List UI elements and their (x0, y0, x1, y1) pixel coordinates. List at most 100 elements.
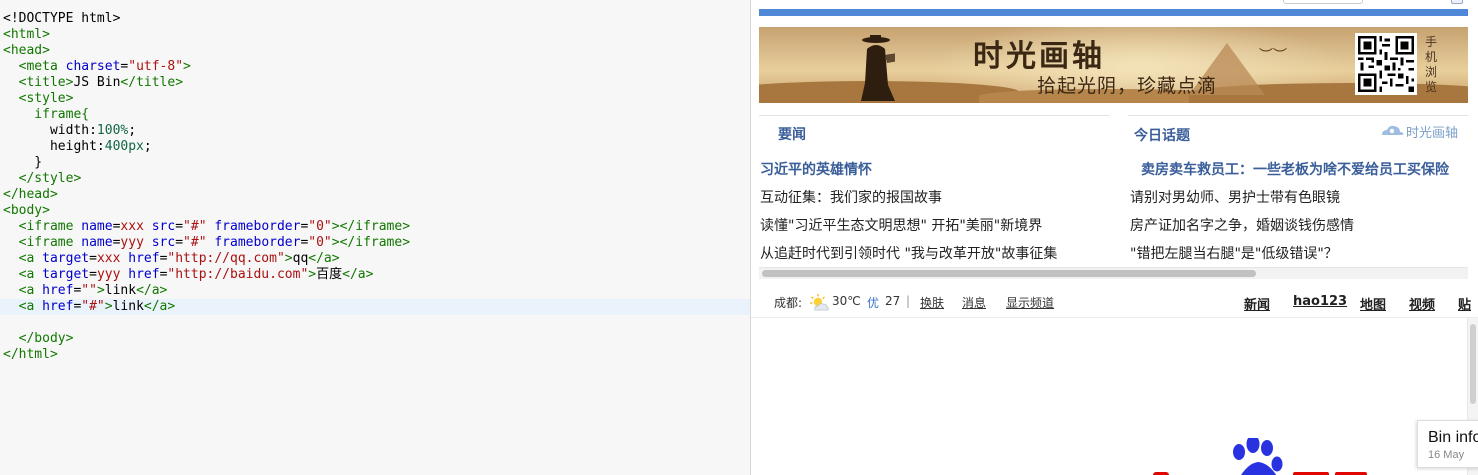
code-token: <iframe (18, 235, 82, 250)
code-line[interactable]: <a target=xxx href="http://qq.com">qq</a… (3, 251, 340, 267)
code-line[interactable]: <body> (3, 203, 50, 219)
code-line[interactable]: <meta charset="utf-8"> (3, 59, 191, 75)
code-token: <a (18, 299, 43, 314)
code-line[interactable]: <!DOCTYPE html> (3, 11, 120, 27)
bin-info-panel[interactable]: Bin info 16 May (1417, 420, 1478, 468)
topic-link[interactable]: "错把左腿当右腿"是"低级错误"？ (1130, 243, 1338, 263)
sitting-figure-illustration (861, 35, 895, 101)
bin-info-date: 16 May (1428, 449, 1465, 461)
code-token: name (81, 235, 113, 250)
nav-tieba-link[interactable]: 贴 (1458, 294, 1471, 313)
baidu-top-bar: 成都: 30℃ 优 27 | 换肤 消息 显示频道 新闻 hao123 地图 视… (751, 280, 1478, 318)
horizontal-scrollbar[interactable] (759, 267, 1468, 279)
code-token: yyy (96, 267, 129, 282)
time-scroll-banner[interactable]: 时光画轴 拾起光阴，珍藏点滴 ︶︶ 手机浏览 (759, 27, 1468, 103)
qq-search-box-edge[interactable] (1283, 0, 1363, 4)
brand-cloud-icon (1382, 125, 1404, 135)
topics-section-title[interactable]: 今日话题 (1134, 125, 1190, 145)
code-token: href (128, 251, 160, 266)
mobile-browse-label: 手机浏览 (1425, 35, 1438, 94)
news-section-header (759, 115, 1110, 149)
code-token: <a (18, 267, 43, 282)
code-line[interactable]: </head> (3, 187, 58, 203)
code-token: </body> (18, 331, 74, 346)
code-token: ; (143, 139, 152, 154)
code-token: xxx (96, 251, 129, 266)
code-token: src (151, 219, 176, 234)
code-token: ></iframe> (331, 219, 411, 234)
code-token: <head> (3, 43, 50, 58)
code-line[interactable]: <style> (3, 91, 74, 107)
news-link[interactable]: 互动征集：我们家的报国故事 (760, 187, 942, 207)
code-line[interactable]: <title>JS Bin</title> (3, 75, 183, 91)
qq-nav-bar (759, 9, 1468, 16)
code-line[interactable]: <a target=yyy href="http://baidu.com">百度… (3, 267, 374, 283)
scrollbar-thumb[interactable] (762, 270, 1256, 277)
qq-corner-button-edge[interactable] (1451, 0, 1463, 4)
code-token: frameborder (214, 219, 301, 234)
iframe-yyy-baidu: 成都: 30℃ 优 27 | 换肤 消息 显示频道 新闻 hao123 地图 视… (751, 280, 1478, 475)
output-preview-pane: 时光画轴 拾起光阴，珍藏点滴 ︶︶ 手机浏览 要闻 今日话题 时光画轴 习近平的… (751, 0, 1478, 475)
news-link[interactable]: 习近平的英雄情怀 (760, 159, 872, 179)
code-line[interactable]: <head> (3, 43, 50, 59)
news-section-title[interactable]: 要闻 (778, 124, 806, 144)
news-link[interactable]: 从追赶时代到引领时代 "我与改革开放"故事征集 (760, 243, 1057, 263)
code-line[interactable]: iframe{ (3, 107, 89, 123)
code-token: "#" (183, 219, 215, 234)
banner-subtitle: 拾起光阴，珍藏点滴 (1037, 75, 1218, 97)
code-token: 百度 (316, 267, 343, 282)
html-code-editor[interactable]: <!DOCTYPE html> <html> <head> <meta charse… (0, 0, 750, 475)
code-line[interactable]: width:100%; (3, 123, 136, 139)
code-line[interactable]: <iframe name=yyy src="#" frameborder="0"… (3, 235, 410, 251)
baidu-paw-icon[interactable]: du (1153, 438, 1367, 475)
code-line[interactable]: } (3, 155, 42, 171)
code-token: link (112, 299, 144, 314)
weather-partly-sunny-icon (810, 294, 829, 311)
code-token: "http://baidu.com" (167, 267, 309, 282)
code-line[interactable]: </body> (3, 331, 74, 347)
code-token: "http://qq.com" (167, 251, 285, 266)
code-token: </a> (136, 283, 168, 298)
code-line[interactable]: <iframe name=xxx src="#" frameborder="0"… (3, 219, 410, 235)
code-token: <a (18, 251, 43, 266)
nav-news-link[interactable]: 新闻 (1244, 294, 1270, 313)
show-channels-link[interactable]: 显示频道 (1006, 294, 1054, 311)
code-line[interactable]: <a href="">link</a> (3, 283, 168, 299)
code-token: ></iframe> (331, 235, 411, 250)
nav-hao123-link[interactable]: hao123 (1293, 294, 1347, 309)
code-line[interactable]: <a href="#">link</a> (0, 299, 750, 315)
code-token: href (42, 299, 74, 314)
code-token: = (89, 251, 97, 266)
code-token: "0" (308, 219, 332, 234)
code-token: > (183, 59, 191, 74)
code-line[interactable]: </html> (3, 347, 58, 363)
nav-video-link[interactable]: 视频 (1409, 294, 1435, 313)
code-line[interactable]: <html> (3, 27, 50, 43)
scrollbar-thumb[interactable] (1470, 324, 1476, 404)
code-token: </a> (308, 251, 340, 266)
code-token: </style> (18, 171, 82, 186)
code-line[interactable]: </style> (3, 171, 82, 187)
code-token: "0" (308, 235, 332, 250)
aqi-value: 27 (885, 294, 901, 308)
air-quality: 优 (867, 296, 880, 310)
topic-link[interactable]: 请别对男幼师、男护士带有色眼镜 (1130, 187, 1340, 207)
code-line[interactable]: height:400px; (3, 139, 152, 155)
code-token: > (284, 251, 293, 266)
bin-info-title: Bin info (1428, 429, 1478, 446)
code-token: <a (18, 283, 43, 298)
nav-map-link[interactable]: 地图 (1360, 294, 1386, 313)
temperature: 30℃ (832, 294, 861, 308)
change-skin-link[interactable]: 换肤 (920, 294, 944, 311)
news-link[interactable]: 读懂"习近平生态文明思想" 开拓"美丽"新境界 (760, 215, 1042, 235)
code-token: </a> (342, 267, 374, 282)
topic-link[interactable]: 房产证加名字之争，婚姻谈钱伤感情 (1130, 215, 1354, 235)
topic-link[interactable]: 卖房卖车救员工：一些老板为啥不爱给员工买保险 (1141, 159, 1449, 179)
messages-link[interactable]: 消息 (962, 294, 986, 311)
